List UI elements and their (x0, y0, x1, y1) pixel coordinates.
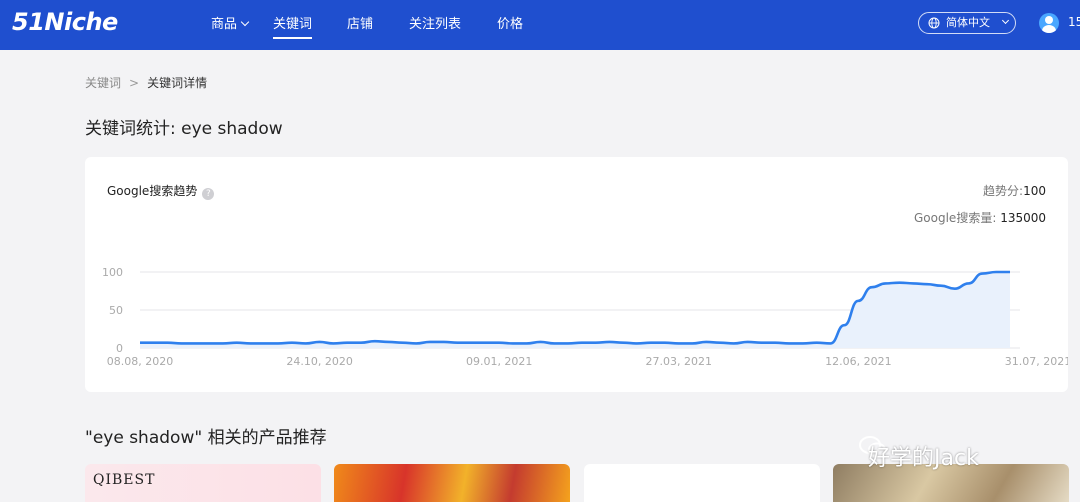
product-brand: QIBEST (93, 472, 156, 488)
site-logo[interactable]: 51Niche (12, 6, 118, 38)
y-tick-label: 0 (116, 342, 123, 355)
x-tick-label: 12.06, 2021 (825, 355, 891, 368)
watermark-text: 好学的Jack (868, 446, 979, 471)
nav-item-keywords[interactable]: 关键词 (273, 0, 313, 50)
language-selector[interactable]: 简体中文 (918, 12, 1016, 34)
breadcrumb-separator: > (129, 76, 140, 90)
x-tick-label: 09.01, 2021 (466, 355, 532, 368)
breadcrumb-current: 关键词详情 (147, 76, 208, 90)
breadcrumb-parent-link[interactable]: 关键词 (85, 76, 121, 90)
x-tick-label: 27.03, 2021 (646, 355, 712, 368)
globe-icon (928, 17, 940, 29)
chevron-down-icon (1001, 16, 1010, 25)
nav-label: 商品 (211, 17, 238, 32)
y-tick-label: 100 (102, 266, 123, 279)
trend-chart: 100 50 008.08, 2020 24.10, 2020 09.01, 2021 2… (102, 266, 1068, 368)
page-title: 关键词统计: eye shadow (85, 119, 283, 139)
product-card[interactable] (334, 464, 570, 502)
user-name[interactable]: 15 (1068, 15, 1080, 29)
user-avatar-icon[interactable] (1039, 13, 1059, 33)
nav-item-shops[interactable]: 店铺 (347, 0, 373, 50)
nav-item-price[interactable]: 价格 (497, 0, 523, 50)
breadcrumb: 关键词 > 关键词详情 (85, 74, 207, 91)
nav-item-products[interactable]: 商品 (211, 0, 250, 50)
google-trend-card: Google搜索趋势? 趋势分:100 Google搜索量: 135000 10… (85, 157, 1068, 392)
chevron-down-icon (240, 17, 250, 27)
nav-item-watchlist[interactable]: 关注列表 (409, 0, 461, 50)
product-card[interactable]: QIBEST (85, 464, 321, 502)
x-tick-label: 31.07, 2021 (1005, 355, 1068, 368)
x-tick-label: 24.10, 2020 (286, 355, 352, 368)
related-products-title: "eye shadow" 相关的产品推荐 (85, 428, 327, 448)
y-tick-label: 50 (109, 304, 123, 317)
language-label: 简体中文 (946, 16, 990, 29)
top-navigation-bar: 51Niche 商品 关键词 店铺 关注列表 价格 简体中文 15 (0, 0, 1080, 50)
x-tick-label: 08.08, 2020 (107, 355, 173, 368)
product-card[interactable] (584, 464, 820, 502)
